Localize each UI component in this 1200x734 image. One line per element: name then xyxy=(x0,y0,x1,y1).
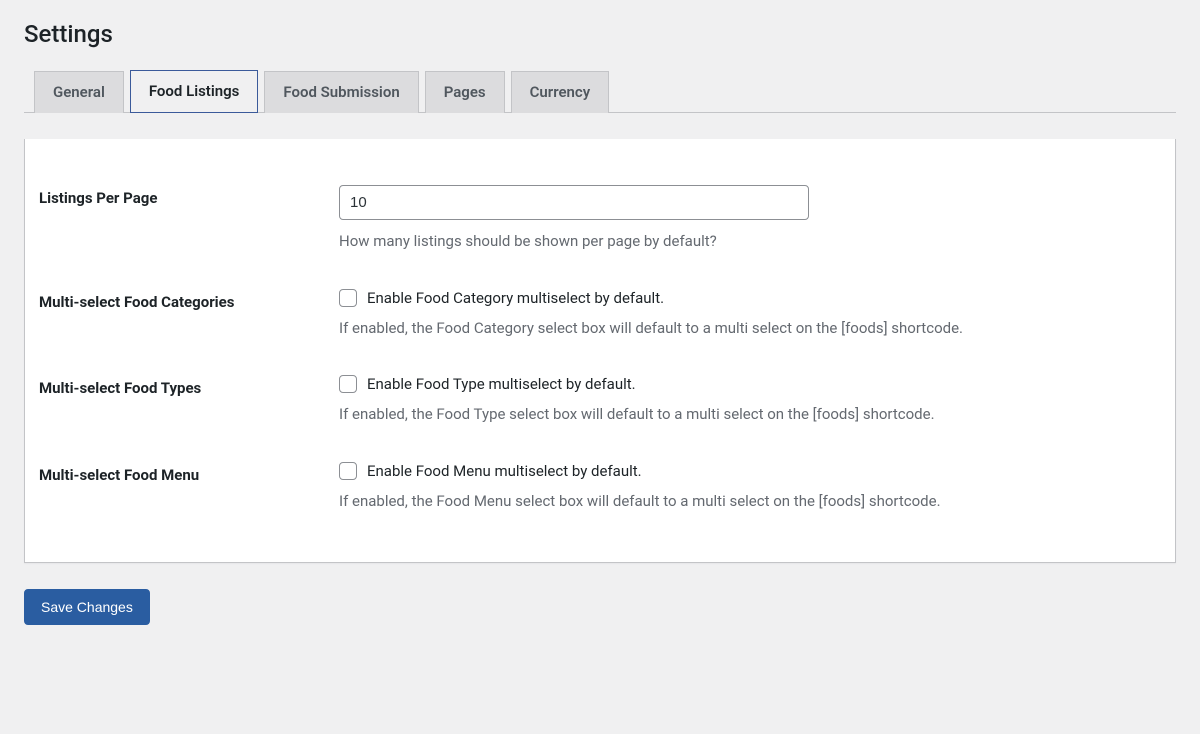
multi-categories-label: Multi-select Food Categories xyxy=(39,273,339,360)
multi-types-checkbox-label: Enable Food Type multiselect by default. xyxy=(367,375,636,393)
tab-food-listings[interactable]: Food Listings xyxy=(130,70,259,113)
tab-general[interactable]: General xyxy=(34,71,124,113)
settings-panel: Listings Per Page How many listings shou… xyxy=(24,139,1176,563)
tab-pages[interactable]: Pages xyxy=(425,71,505,113)
multi-categories-checkbox[interactable] xyxy=(339,289,357,307)
page-title: Settings xyxy=(24,20,1176,48)
listings-per-page-input[interactable] xyxy=(339,185,809,220)
multi-types-checkbox[interactable] xyxy=(339,375,357,393)
listings-per-page-label: Listings Per Page xyxy=(39,169,339,273)
listings-per-page-description: How many listings should be shown per pa… xyxy=(339,230,1151,253)
multi-categories-description: If enabled, the Food Category select box… xyxy=(339,317,1151,340)
multi-menu-description: If enabled, the Food Menu select box wil… xyxy=(339,490,1151,513)
multi-types-label: Multi-select Food Types xyxy=(39,359,339,446)
tab-food-submission[interactable]: Food Submission xyxy=(264,71,418,113)
multi-menu-checkbox[interactable] xyxy=(339,462,357,480)
multi-menu-label: Multi-select Food Menu xyxy=(39,446,339,533)
multi-menu-checkbox-label: Enable Food Menu multiselect by default. xyxy=(367,462,642,480)
multi-types-description: If enabled, the Food Type select box wil… xyxy=(339,403,1151,426)
multi-categories-checkbox-label: Enable Food Category multiselect by defa… xyxy=(367,289,664,307)
save-changes-button[interactable]: Save Changes xyxy=(24,589,150,625)
tab-bar: General Food Listings Food Submission Pa… xyxy=(24,70,1176,113)
tab-currency[interactable]: Currency xyxy=(511,71,610,113)
